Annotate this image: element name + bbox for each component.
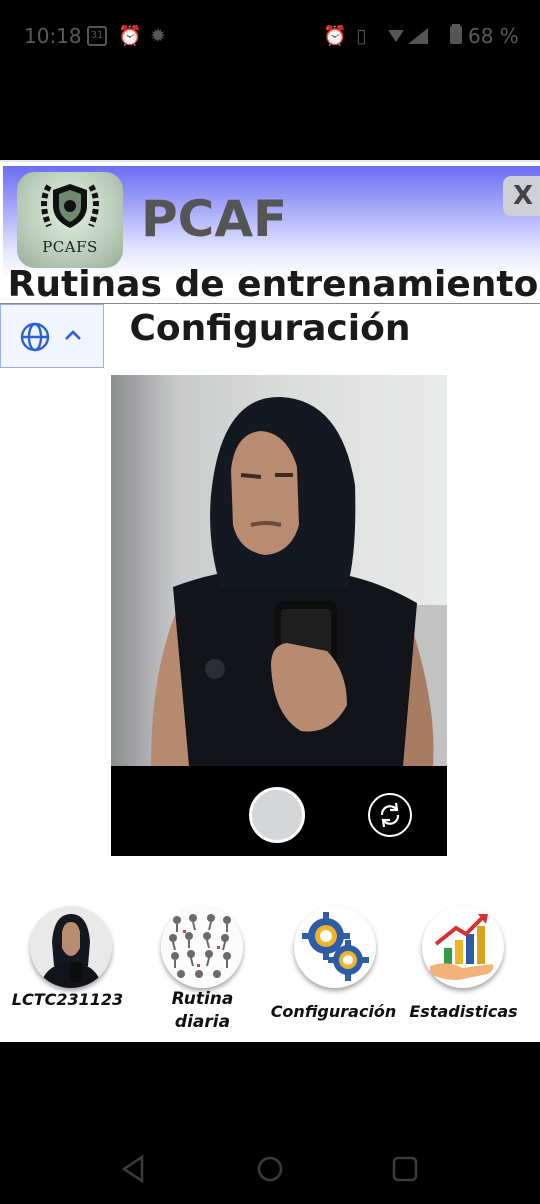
nav-label-configuracion: Configuración <box>270 1002 397 1021</box>
alarm-icon: ⏰ <box>118 25 142 47</box>
shutter-button[interactable] <box>249 787 305 843</box>
globe-icon <box>20 322 50 352</box>
switch-camera-icon <box>380 802 400 828</box>
logo-text: PCAFS <box>42 238 98 256</box>
nav-estadisticas[interactable]: Estadisticas <box>396 902 531 1042</box>
status-bar: 10:18 31 ⏰ ✹ ⏰ ▯ 68 % <box>0 0 540 72</box>
app-name: PCAF <box>141 190 288 248</box>
wifi-icon <box>386 24 432 52</box>
person-photo <box>151 396 447 766</box>
back-icon[interactable] <box>118 1154 148 1184</box>
home-icon[interactable] <box>255 1154 285 1184</box>
vibrate-icon: ▯ <box>356 25 367 47</box>
nav-label-profile: LCTC231123 <box>11 990 124 1009</box>
status-time: 10:18 <box>24 24 82 48</box>
switch-camera-button[interactable] <box>368 793 412 837</box>
battery-percent: 68 % <box>468 24 519 48</box>
nav-label-rutina-line1: Rutina <box>171 989 234 1009</box>
growth-chart-icon <box>422 906 504 988</box>
nav-label-rutina: Rutina diaria <box>135 988 270 1034</box>
exercise-grid-icon <box>161 906 243 988</box>
profile-avatar <box>30 906 112 988</box>
chevron-up-icon[interactable] <box>63 325 83 345</box>
camera-view <box>111 375 447 856</box>
bottom-nav: LCTC231123 Rutina diaria Configuración E… <box>0 902 540 1042</box>
header: PCAFS PCAF X Rutinas de entrenamiento <box>3 166 540 306</box>
camera-preview <box>111 375 447 766</box>
nav-label-rutina-line2: diaria <box>174 1012 231 1032</box>
bug-icon: ✹ <box>150 25 166 47</box>
nav-rutina-diaria[interactable]: Rutina diaria <box>135 902 270 1042</box>
nav-configuracion[interactable]: Configuración <box>266 902 401 1042</box>
recents-icon[interactable] <box>390 1154 420 1184</box>
app-logo: PCAFS <box>17 172 123 268</box>
language-selector[interactable] <box>0 304 104 368</box>
battery-icon <box>450 24 462 50</box>
nav-label-estadisticas: Estadisticas <box>409 1002 518 1021</box>
calendar-icon: 31 <box>87 26 107 46</box>
close-button[interactable]: X <box>503 176 540 216</box>
nav-profile[interactable]: LCTC231123 <box>0 902 135 1042</box>
system-nav-bar <box>0 1042 540 1204</box>
app-panel: PCAFS PCAF X Rutinas de entrenamiento Co… <box>0 160 540 1042</box>
alarm-icon: ⏰ <box>323 25 347 47</box>
page-subtitle: Rutinas de entrenamiento <box>7 264 539 305</box>
gears-icon <box>294 906 376 988</box>
